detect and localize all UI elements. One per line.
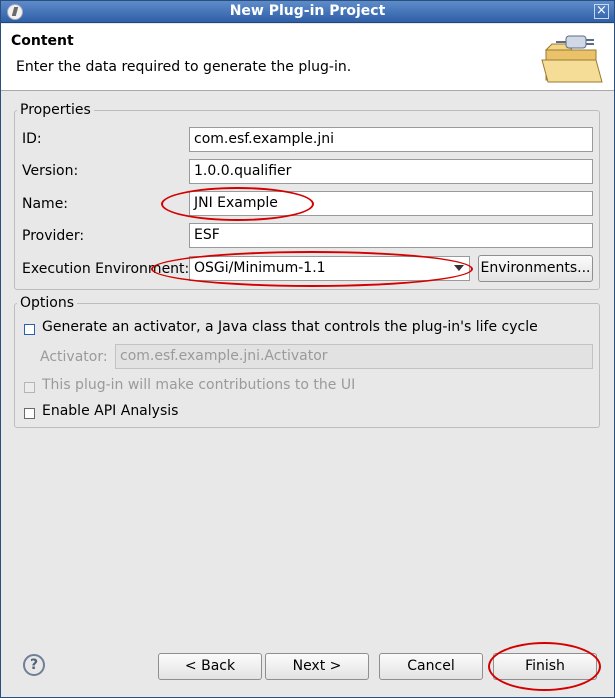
version-label: Version:: [22, 163, 79, 179]
name-label: Name:: [22, 196, 69, 212]
id-label: ID:: [22, 131, 42, 147]
close-icon[interactable]: ×: [594, 4, 609, 19]
help-icon[interactable]: ?: [23, 654, 45, 676]
page-description: Enter the data required to generate the …: [16, 59, 352, 75]
activator-label: Activator:: [40, 349, 108, 365]
execution-environment-label: Execution Environment:: [22, 261, 190, 277]
new-plugin-project-dialog: New Plug-in Project × Content Enter the …: [0, 0, 615, 698]
chevron-down-icon: [454, 265, 464, 271]
wizard-header: Content Enter the data required to gener…: [1, 24, 614, 91]
api-analysis-label: Enable API Analysis: [42, 403, 179, 419]
generate-activator-label: Generate an activator, a Java class that…: [42, 319, 538, 335]
back-button[interactable]: < Back: [158, 653, 262, 680]
ui-contributions-checkbox[interactable]: [24, 382, 35, 393]
properties-group-label: Properties: [17, 102, 94, 118]
environments-button[interactable]: Environments...: [478, 255, 593, 282]
generate-activator-checkbox[interactable]: [24, 324, 35, 335]
version-field[interactable]: 1.0.0.qualifier: [189, 159, 593, 184]
activator-field[interactable]: com.esf.example.jni.Activator: [115, 344, 593, 369]
options-group-label: Options: [17, 295, 78, 311]
next-button[interactable]: Next >: [265, 653, 369, 680]
ui-contributions-checkbox-row[interactable]: This plug-in will make contributions to …: [24, 377, 594, 399]
window-title: New Plug-in Project: [229, 3, 386, 19]
cancel-button[interactable]: Cancel: [379, 653, 483, 680]
ui-contributions-label: This plug-in will make contributions to …: [42, 377, 356, 393]
generate-activator-checkbox-row[interactable]: Generate an activator, a Java class that…: [24, 319, 594, 341]
page-title: Content: [11, 33, 74, 49]
api-analysis-checkbox[interactable]: [24, 408, 35, 419]
provider-field[interactable]: ESF: [189, 223, 593, 248]
execution-environment-select[interactable]: OSGi/Minimum-1.1: [189, 256, 470, 281]
execution-environment-value: OSGi/Minimum-1.1: [194, 260, 326, 276]
title-bar: New Plug-in Project ×: [1, 1, 614, 23]
id-field[interactable]: com.esf.example.jni: [189, 127, 593, 152]
wizard-folder-plug-icon: [541, 35, 603, 83]
name-field[interactable]: JNI Example: [189, 191, 593, 216]
finish-button[interactable]: Finish: [493, 653, 597, 680]
provider-label: Provider:: [22, 228, 85, 244]
api-analysis-checkbox-row[interactable]: Enable API Analysis: [24, 403, 594, 425]
